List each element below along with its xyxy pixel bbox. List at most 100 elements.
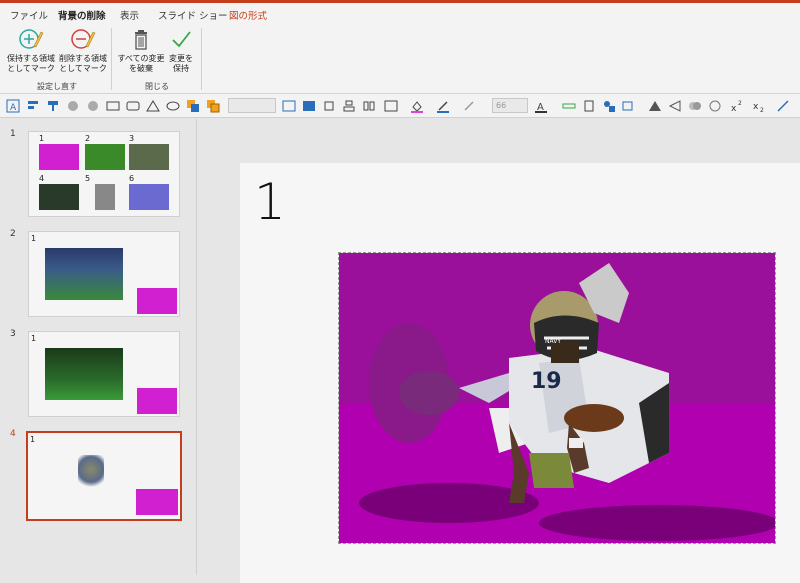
mark-keep-label-2: としてマーク: [7, 64, 55, 73]
slide-thumbnail-panel: 1 1 2 3 4 5 6 2 1 3 1 4 1: [0, 119, 197, 575]
fill-color-icon[interactable]: [410, 99, 424, 113]
textbox-icon[interactable]: A: [6, 99, 20, 113]
distribute-icon[interactable]: [362, 99, 376, 113]
align-icon[interactable]: [26, 99, 40, 113]
background-removal-photo[interactable]: 19 NAVY: [338, 252, 776, 544]
group-separator: [111, 28, 112, 90]
picture-border-icon[interactable]: [384, 99, 398, 113]
thumb-label: 5: [85, 174, 91, 183]
svg-text:x: x: [731, 104, 737, 113]
thumb-label: 3: [129, 134, 135, 143]
triangle-icon[interactable]: [146, 99, 160, 113]
tab-view[interactable]: 表示: [120, 8, 139, 22]
rotate-icon[interactable]: [582, 99, 596, 113]
slide-number: 1: [10, 129, 16, 139]
shape-union-icon[interactable]: [66, 99, 80, 113]
slide-thumbnail-3[interactable]: 1: [28, 331, 180, 417]
more-tools-icon[interactable]: [776, 99, 790, 113]
keep-changes-button[interactable]: 変更を 保持: [166, 26, 196, 74]
svg-text:19: 19: [531, 369, 562, 394]
thumb-label: 1: [30, 435, 36, 444]
shapes-icon[interactable]: [602, 99, 616, 113]
football-player-image: 19 NAVY: [339, 253, 775, 543]
group-objects-icon[interactable]: [206, 99, 220, 113]
quick-toolbar: A 66 A x2 x2: [0, 94, 800, 118]
format-painter-icon[interactable]: [46, 99, 60, 113]
thumb-label: 4: [39, 174, 45, 183]
thumb-label: 1: [39, 134, 45, 143]
mark-keep-icon: [19, 29, 44, 49]
font-size-combo[interactable]: 66: [492, 98, 528, 113]
slide-thumbnail-2[interactable]: 1: [28, 231, 180, 317]
mini-photo: [39, 184, 79, 210]
slide-number: 4: [10, 429, 16, 439]
group-separator: [201, 28, 202, 90]
superscript-icon[interactable]: x2: [730, 99, 744, 113]
picture-icon[interactable]: [282, 99, 296, 113]
tab-picture-format[interactable]: 図の形式: [229, 8, 267, 22]
shape-subtract-icon[interactable]: [86, 99, 100, 113]
arrange-icon[interactable]: [186, 99, 200, 113]
triangle-warning-icon[interactable]: [648, 99, 662, 113]
rectangle-icon[interactable]: [106, 99, 120, 113]
mark-remove-label-1: 削除する領域: [59, 54, 107, 63]
slide-title[interactable]: 1: [254, 173, 286, 231]
image-frame-icon[interactable]: [302, 99, 316, 113]
thumb-label: 1: [31, 334, 37, 343]
discard-label-1: すべての変更: [117, 54, 165, 63]
ruler-icon[interactable]: [562, 99, 576, 113]
mini-photo: [129, 144, 169, 170]
rounded-rectangle-icon[interactable]: [126, 99, 140, 113]
svg-text:A: A: [10, 103, 17, 113]
combine-shapes-icon[interactable]: [688, 99, 702, 113]
mark-keep-button[interactable]: 保持する領域 としてマーク: [6, 26, 56, 74]
mini-photo: [137, 388, 177, 414]
mini-photo: [45, 348, 123, 400]
font-combo[interactable]: [228, 98, 276, 113]
slide-thumbnail-1[interactable]: 1 2 3 4 5 6: [28, 131, 180, 217]
svg-text:NAVY: NAVY: [545, 338, 561, 345]
shape-fill-icon[interactable]: [622, 99, 636, 113]
group-label-refine: 設定し直す: [37, 82, 77, 91]
mini-photo: [129, 184, 169, 210]
trash-icon: [135, 30, 147, 50]
font-color-icon[interactable]: A: [534, 99, 548, 113]
mini-photo: [39, 144, 79, 170]
oval-icon[interactable]: [166, 99, 180, 113]
mark-remove-label-2: としてマーク: [59, 64, 107, 73]
discard-label-2: を破棄: [129, 64, 153, 73]
line-color-icon[interactable]: [436, 99, 450, 113]
intersect-shapes-icon[interactable]: [708, 99, 722, 113]
keep-changes-label-1: 変更を: [169, 54, 193, 63]
thumb-label: 2: [85, 134, 91, 143]
ribbon: 保持する領域 としてマーク 削除する領域 としてマーク 設定し直す すべての変更…: [0, 24, 800, 94]
mini-photo: [85, 144, 125, 170]
thumb-label: 6: [129, 174, 135, 183]
slide-thumbnail-4[interactable]: 1: [26, 431, 182, 521]
mark-keep-label-1: 保持する領域: [7, 54, 55, 63]
keep-changes-label-2: 保持: [173, 64, 189, 73]
tab-file[interactable]: ファイル: [10, 8, 48, 22]
send-backward-icon[interactable]: [668, 99, 682, 113]
mini-photo: [45, 248, 123, 300]
slide-number: 3: [10, 329, 16, 339]
align-center-icon[interactable]: [342, 99, 356, 113]
svg-text:x: x: [753, 102, 759, 112]
svg-text:2: 2: [760, 107, 764, 113]
subscript-icon[interactable]: x2: [752, 99, 766, 113]
mark-remove-icon: [71, 29, 96, 49]
mini-photo: [95, 184, 115, 210]
highlight-icon[interactable]: [462, 99, 476, 113]
slide-editor: 1 19 NAVY: [198, 119, 800, 583]
svg-text:2: 2: [738, 100, 742, 107]
tab-background-removal[interactable]: 背景の削除: [58, 8, 106, 27]
tab-slideshow[interactable]: スライド ショー: [158, 8, 228, 22]
discard-changes-button[interactable]: すべての変更 を破棄: [116, 26, 166, 74]
mark-remove-button[interactable]: 削除する領域 としてマーク: [58, 26, 108, 74]
mini-photo: [78, 455, 104, 491]
checkmark-icon: [172, 31, 191, 48]
mini-photo: [136, 489, 178, 515]
thumb-label: 1: [31, 234, 37, 243]
current-slide[interactable]: 1 19 NAVY: [240, 163, 800, 583]
crop-icon[interactable]: [322, 99, 336, 113]
